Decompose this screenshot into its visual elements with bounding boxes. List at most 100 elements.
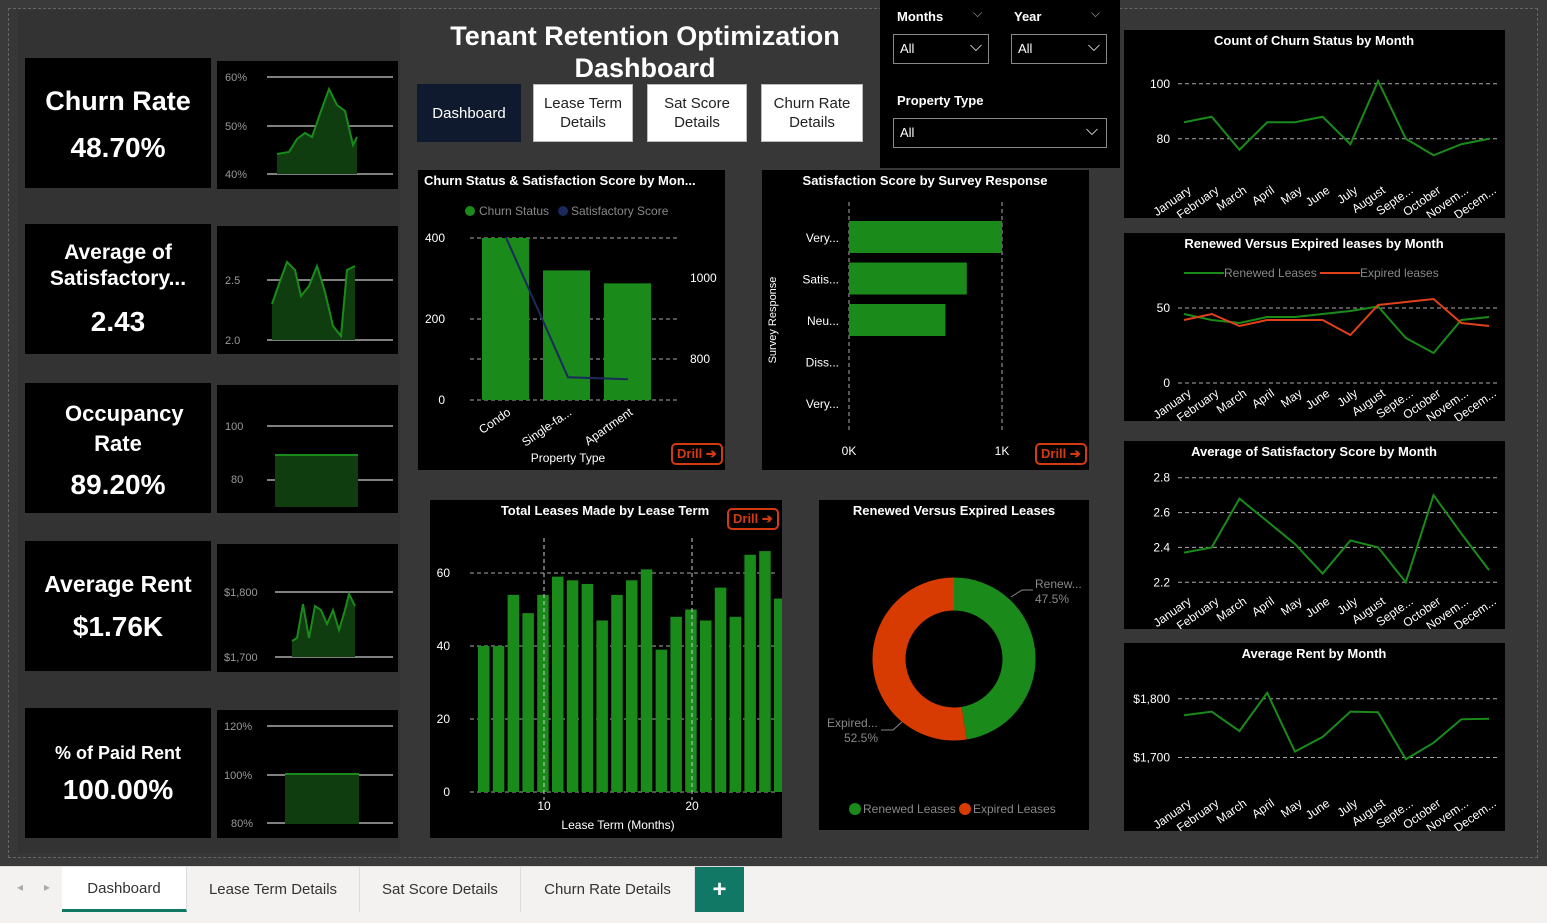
legend-item: Renewed Leases — [1224, 266, 1317, 280]
bar — [655, 649, 668, 792]
tab-churn-rate-details[interactable]: Churn Rate Details — [521, 867, 695, 912]
chart-title: Satisfaction Score by Survey Response — [803, 173, 1048, 188]
x-tick-label: Apartment — [582, 405, 636, 449]
kpi-card-occupancy: Occupancy Rate 89.20% — [25, 383, 211, 513]
property-type-select[interactable]: All ⌵ — [893, 118, 1107, 148]
chevron-right-icon[interactable]: ▸ — [44, 880, 50, 894]
kpi-label: Churn Rate — [45, 86, 191, 116]
y-tick-label: Very... — [806, 397, 839, 411]
kpi-card-churn-rate: Churn Rate 48.70% — [25, 58, 211, 188]
y-tick-label: 50 — [1157, 301, 1171, 315]
kpi-value: 48.70% — [70, 132, 166, 163]
tab-lease-term-details[interactable]: Lease Term Details — [187, 867, 360, 912]
tick-label: 80% — [231, 818, 253, 830]
y-tick-label: 20 — [437, 712, 451, 726]
bar — [670, 616, 682, 792]
y-tick-label: Satis... — [802, 273, 839, 287]
chart-title: Average of Satisfactory Score by Month — [1191, 444, 1437, 459]
tick-label: 40% — [225, 169, 247, 181]
x-axis-label: Lease Term (Months) — [561, 818, 674, 832]
bar — [626, 580, 638, 792]
legend-item: Renewed Leases — [863, 802, 956, 816]
year-filter-label: Year — [1014, 9, 1042, 24]
drill-button[interactable]: Drill ➔ — [727, 508, 779, 530]
x-tick-label: 20 — [685, 799, 699, 813]
chevron-left-icon[interactable]: ◂ — [17, 880, 23, 894]
donut-label: Expired... — [827, 716, 878, 730]
add-page-button[interactable]: + — [695, 867, 744, 912]
x-tick-label: March — [1214, 386, 1249, 417]
tick-label: 60% — [225, 72, 247, 84]
series-line — [1183, 297, 1490, 337]
legend-marker — [959, 803, 971, 815]
y2-tick-label: 800 — [690, 352, 710, 366]
chart-title: Renewed Versus Expired Leases — [853, 503, 1055, 518]
property-type-filter-label: Property Type — [897, 93, 984, 108]
x-tick-label: April — [1249, 183, 1277, 208]
bar — [596, 620, 608, 792]
chart-title: Total Leases Made by Lease Term — [501, 503, 709, 518]
y-tick-label: $1,800 — [1133, 692, 1170, 706]
tick-label: 2.5 — [225, 275, 240, 287]
tick-label: 120% — [224, 721, 252, 733]
bar — [537, 594, 549, 792]
bar — [566, 580, 579, 792]
bar — [507, 594, 520, 792]
churn-satisfaction-by-property-chart: Churn Status & Satisfaction Score by Mon… — [418, 170, 725, 470]
legend-marker — [558, 206, 568, 216]
x-tick-label: April — [1249, 796, 1277, 821]
tab-dashboard[interactable]: Dashboard — [62, 867, 187, 912]
chart-title: Churn Status & Satisfaction Score by Mon… — [424, 173, 696, 188]
x-tick-label: May — [1278, 594, 1305, 618]
chevron-down-icon[interactable]: ⌵ — [1091, 6, 1100, 21]
chevron-down-icon[interactable]: ⌵ — [973, 6, 982, 21]
donut-label: 47.5% — [1035, 592, 1069, 606]
x-tick-label: June — [1303, 183, 1333, 210]
nav-dashboard-button[interactable]: Dashboard — [417, 84, 521, 142]
tick-label: 100 — [225, 421, 243, 433]
y-tick-label: 0 — [443, 785, 450, 799]
months-select[interactable]: All ⌵ — [893, 34, 989, 64]
series-line — [1183, 78, 1490, 157]
y-tick-label: 40 — [437, 639, 451, 653]
legend-marker — [849, 803, 861, 815]
chart-title: Average Rent by Month — [1242, 646, 1387, 661]
drill-button[interactable]: Drill ➔ — [671, 443, 723, 465]
tick-label: $1,700 — [224, 652, 258, 664]
nav-churn-rate-button[interactable]: Churn Rate Details — [761, 84, 863, 142]
bar — [478, 646, 490, 792]
kpi-label: Average Rent — [44, 571, 192, 597]
nav-sat-score-button[interactable]: Sat Score Details — [647, 84, 747, 142]
nav-lease-term-button[interactable]: Lease Term Details — [533, 84, 633, 142]
y-tick-label: 2.8 — [1153, 471, 1170, 485]
y-tick-label: 60 — [437, 566, 451, 580]
bar — [700, 620, 712, 792]
x-tick-label: March — [1214, 796, 1249, 827]
tick-label: $1,800 — [224, 587, 258, 599]
y-tick-label: 100 — [1150, 77, 1170, 91]
chart-title: Count of Churn Status by Month — [1214, 33, 1414, 48]
x-tick-label: 0K — [842, 444, 857, 458]
y-tick-label: 0 — [438, 393, 445, 407]
chevron-down-icon: ⌵ — [969, 38, 982, 55]
year-select[interactable]: All ⌵ — [1011, 34, 1107, 64]
x-tick-label: April — [1249, 594, 1277, 619]
donut-slice — [953, 577, 1036, 740]
kpi-card-average-rent: Average Rent $1.76K — [25, 541, 211, 671]
tab-sat-score-details[interactable]: Sat Score Details — [360, 867, 521, 912]
drill-button[interactable]: Drill ➔ — [1035, 443, 1087, 465]
months-filter-label: Months — [897, 9, 944, 24]
series-line — [1183, 690, 1490, 761]
x-tick-label: June — [1303, 386, 1333, 413]
x-tick-label: April — [1249, 386, 1277, 411]
legend-item: Expired leases — [1360, 266, 1439, 280]
kpi-value: 89.20% — [70, 469, 166, 500]
x-tick-label: 10 — [537, 799, 551, 813]
bar — [482, 238, 529, 400]
x-axis-label: Property Type — [531, 451, 606, 465]
x-tick-label: Condo — [476, 405, 513, 437]
satisfaction-by-survey-chart: Satisfaction Score by Survey Response Su… — [762, 170, 1089, 470]
churn-count-by-month-chart: Count of Churn Status by Month 10080Janu… — [1124, 30, 1505, 218]
leases-by-term-chart: Total Leases Made by Lease Term Lease Te… — [430, 500, 782, 838]
y-tick-label: Diss... — [806, 356, 839, 370]
